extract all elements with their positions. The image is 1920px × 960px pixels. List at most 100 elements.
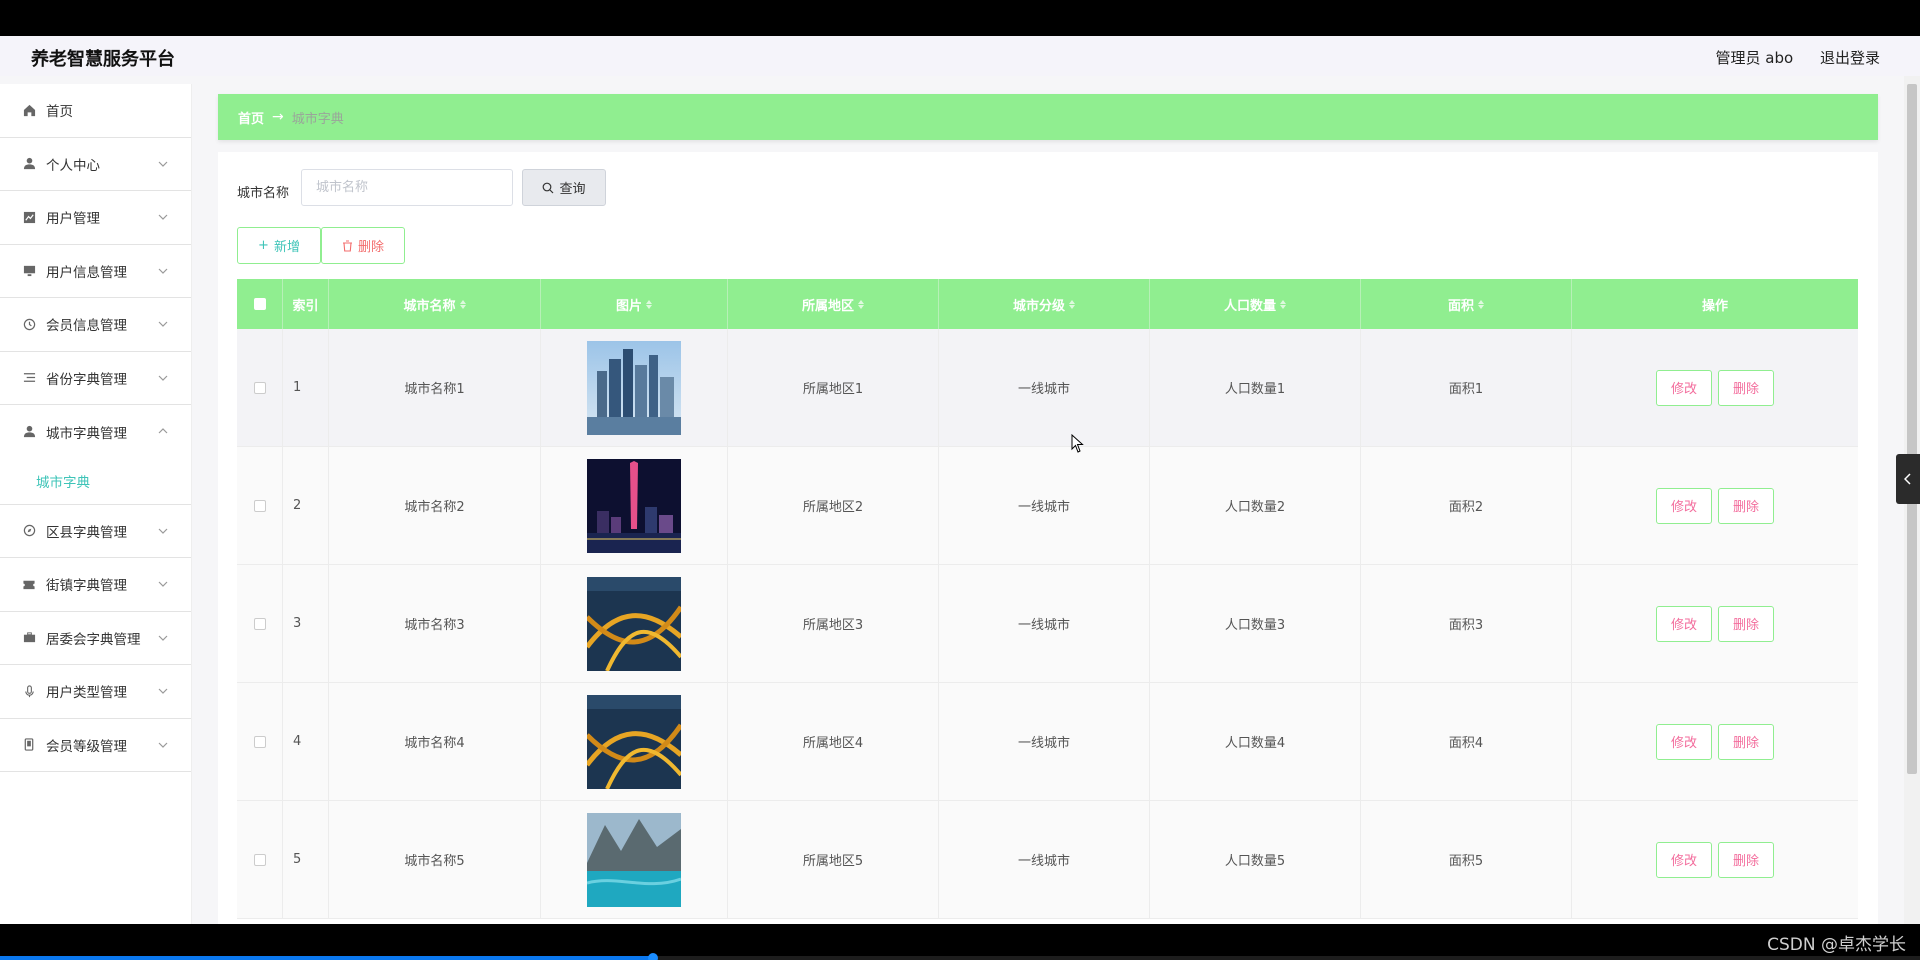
edit-button[interactable]: 修改 <box>1656 723 1712 760</box>
row-area: 面积5 <box>1361 801 1572 918</box>
header-right: 管理员 abo 退出登录 <box>1694 47 1880 68</box>
delete-button[interactable]: 删除 <box>1718 723 1774 760</box>
sidebar-item-home[interactable]: 首页 <box>0 84 191 138</box>
sidebar-item-profile[interactable]: 个人中心 <box>0 138 191 191</box>
scrollbar-thumb[interactable] <box>1907 84 1917 774</box>
row-select-cell <box>237 329 283 446</box>
row-level: 一线城市 <box>939 447 1150 564</box>
delete-button[interactable]: 删除 <box>1718 369 1774 406</box>
sidebar-item-province-dict[interactable]: 省份字典管理 <box>0 352 191 405</box>
table-header: 索引 城市名称 图片 所属地区 城市分级 人口数量 面积 操作 <box>237 279 1858 329</box>
user-icon <box>22 425 36 439</box>
ticket-icon <box>22 577 36 591</box>
search-label: 城市名称 <box>237 186 290 201</box>
phone-icon <box>22 738 36 752</box>
row-index: 5 <box>283 801 329 918</box>
delete-button[interactable]: 删除 <box>1718 841 1774 878</box>
sort-icon <box>1280 299 1286 309</box>
add-button[interactable]: + 新增 <box>237 227 321 264</box>
sidebar-item-county-dict[interactable]: 区县字典管理 <box>0 505 191 558</box>
sidebar-item-label: 会员等级管理 <box>46 738 127 755</box>
row-level: 一线城市 <box>939 683 1150 800</box>
chevron-down-icon <box>158 742 168 748</box>
sidebar-subitem-city-dict[interactable]: 城市字典 <box>0 459 191 505</box>
sidebar-item-member-info[interactable]: 会员信息管理 <box>0 298 191 352</box>
video-top-bar <box>0 0 1920 36</box>
home-icon <box>22 103 36 117</box>
row-image-cell <box>541 565 728 682</box>
sort-icon <box>1478 299 1484 309</box>
select-all-cell <box>237 279 283 329</box>
edit-button[interactable]: 修改 <box>1656 841 1712 878</box>
sort-icon <box>459 299 466 309</box>
brand-title: 养老智慧服务平台 <box>31 49 175 70</box>
row-area: 面积1 <box>1361 329 1572 446</box>
chevron-up-icon <box>158 428 168 434</box>
sidebar-item-user-type[interactable]: 用户类型管理 <box>0 665 191 719</box>
header: 养老智慧服务平台 管理员 abo 退出登录 <box>0 36 1920 76</box>
sidebar-item-label: 省份字典管理 <box>46 371 127 388</box>
header-level[interactable]: 城市分级 <box>939 279 1150 329</box>
query-button-label: 查询 <box>559 182 586 197</box>
row-actions: 修改 删除 <box>1572 801 1858 918</box>
row-region: 所属地区2 <box>728 447 939 564</box>
list-icon <box>22 371 36 385</box>
header-image[interactable]: 图片 <box>541 279 728 329</box>
chevron-left-icon <box>1904 473 1911 485</box>
sidebar-item-users[interactable]: 用户管理 <box>0 191 191 245</box>
sidebar-item-label: 用户信息管理 <box>46 264 127 281</box>
header-label: 所属地区 <box>801 298 854 314</box>
query-button[interactable]: 查询 <box>522 169 606 206</box>
city-name-input[interactable] <box>301 169 513 206</box>
header-label: 城市名称 <box>403 298 456 314</box>
edit-button[interactable]: 修改 <box>1656 605 1712 642</box>
sidebar-item-label: 区县字典管理 <box>46 524 127 541</box>
edit-button[interactable]: 修改 <box>1656 369 1712 406</box>
row-image-cell <box>541 447 728 564</box>
video-progress-fill <box>0 956 653 960</box>
admin-label: 管理员 abo <box>1715 49 1794 67</box>
row-actions: 修改 删除 <box>1572 683 1858 800</box>
row-area: 面积4 <box>1361 683 1572 800</box>
delete-button[interactable]: 删除 <box>1718 605 1774 642</box>
logout-button[interactable]: 退出登录 <box>1820 49 1880 67</box>
sidebar-item-committee-dict[interactable]: 居委会字典管理 <box>0 612 191 665</box>
delete-button[interactable]: 删除 <box>1718 487 1774 524</box>
header-label: 城市分级 <box>1012 298 1065 314</box>
edit-button[interactable]: 修改 <box>1656 487 1712 524</box>
row-checkbox[interactable] <box>253 499 266 512</box>
chevron-down-icon <box>158 375 168 381</box>
header-region[interactable]: 所属地区 <box>728 279 939 329</box>
sort-icon <box>646 299 652 309</box>
row-population: 人口数量2 <box>1150 447 1361 564</box>
header-area[interactable]: 面积 <box>1361 279 1572 329</box>
row-checkbox[interactable] <box>253 617 266 630</box>
breadcrumb-home[interactable]: 首页 <box>238 108 264 127</box>
city-image <box>587 812 681 907</box>
sidebar-item-town-dict[interactable]: 街镇字典管理 <box>0 558 191 612</box>
sidebar-item-member-level[interactable]: 会员等级管理 <box>0 719 191 772</box>
header-city-name[interactable]: 城市名称 <box>329 279 541 329</box>
video-progress-knob[interactable] <box>647 953 658 960</box>
select-all-checkbox[interactable] <box>253 298 266 310</box>
bulk-delete-button[interactable]: 删除 <box>321 227 405 264</box>
chevron-down-icon <box>158 635 168 641</box>
header-population[interactable]: 人口数量 <box>1150 279 1361 329</box>
watermark-text: CSDN @卓杰学长 <box>1767 935 1906 955</box>
add-button-label: 新增 <box>273 240 300 255</box>
chart-icon <box>22 210 36 224</box>
video-progress-bar[interactable] <box>0 953 1920 960</box>
row-level: 一线城市 <box>939 801 1150 918</box>
row-population: 人口数量4 <box>1150 683 1361 800</box>
row-checkbox[interactable] <box>253 853 266 866</box>
plus-icon: + <box>258 238 269 253</box>
row-checkbox[interactable] <box>253 381 266 394</box>
row-city-name: 城市名称1 <box>329 329 541 446</box>
row-checkbox[interactable] <box>253 735 266 748</box>
collapse-panel-button[interactable] <box>1896 454 1920 504</box>
sidebar-item-user-info[interactable]: 用户信息管理 <box>0 245 191 298</box>
sidebar-item-city-dict[interactable]: 城市字典管理 <box>0 405 191 459</box>
sidebar-item-label: 会员信息管理 <box>46 318 127 335</box>
row-population: 人口数量5 <box>1150 801 1361 918</box>
row-area: 面积3 <box>1361 565 1572 682</box>
